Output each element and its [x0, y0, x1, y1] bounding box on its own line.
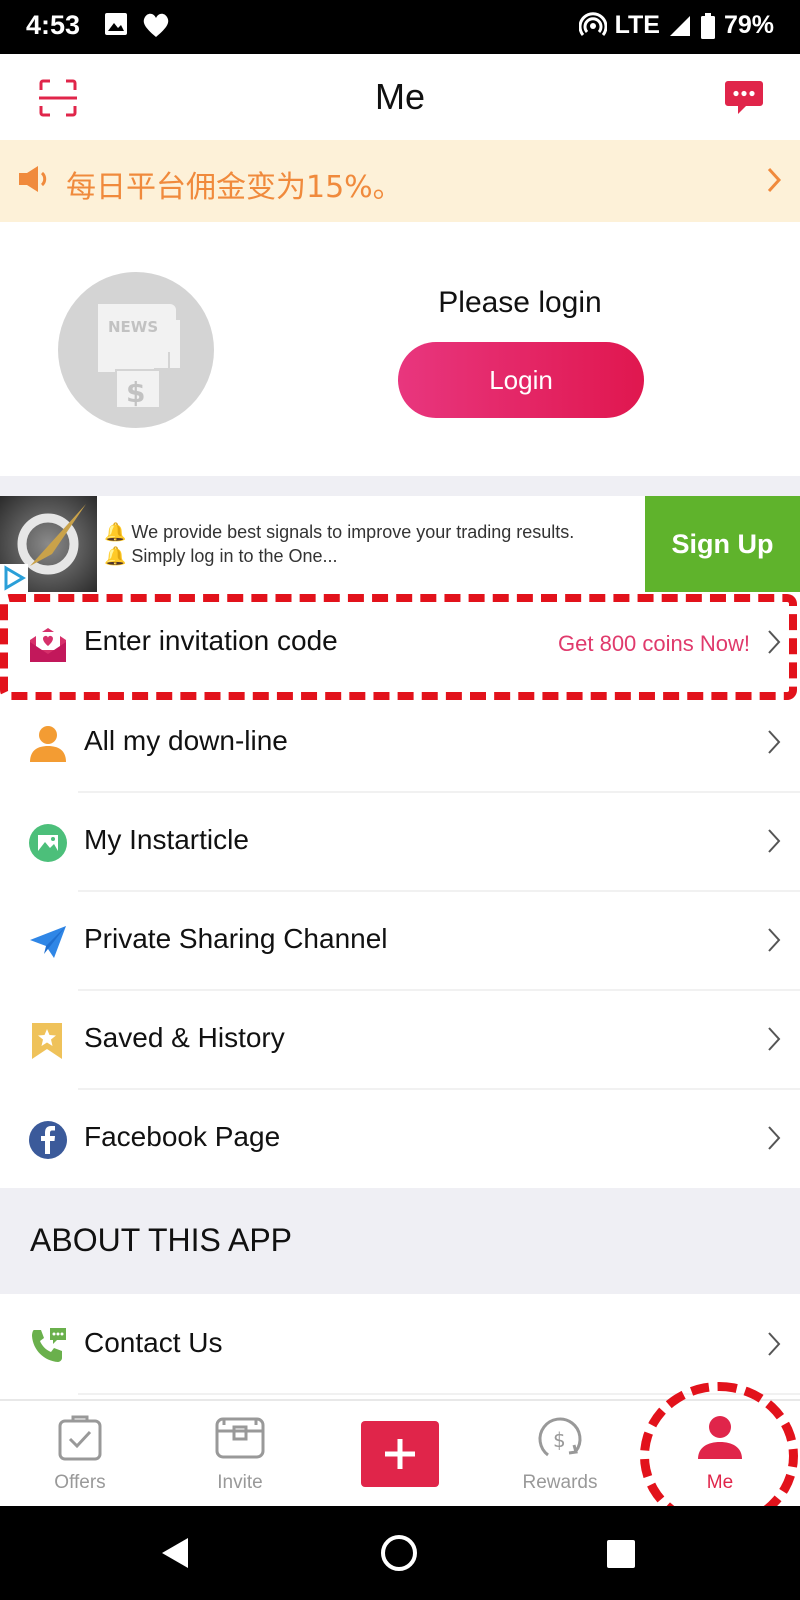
ad-line-2: 🔔 Simply log in to the One... [104, 546, 338, 566]
system-nav-bar [0, 1506, 800, 1600]
image-notification-icon [105, 13, 127, 35]
hotspot-icon [578, 11, 607, 36]
clipboard-check-icon [58, 1415, 102, 1461]
nav-invite[interactable]: Invite [160, 1401, 320, 1508]
facebook-icon [29, 1121, 67, 1159]
menu-label-private-sharing: Private Sharing Channel [84, 923, 388, 954]
person-icon [698, 1416, 742, 1459]
nav-me[interactable]: Me [640, 1401, 800, 1508]
menu-label-saved-history: Saved & History [84, 1022, 285, 1053]
nav-rewards[interactable]: $ Rewards [480, 1401, 640, 1508]
add-button[interactable] [361, 1421, 439, 1487]
signal-icon [669, 15, 690, 36]
svg-text:$: $ [553, 1428, 566, 1452]
section-divider [0, 476, 800, 496]
message-icon[interactable] [724, 78, 764, 118]
ad-text: 🔔 We provide best signals to improve you… [104, 520, 574, 568]
plus-icon [385, 1439, 415, 1469]
menu-item-instarticle[interactable]: My Instarticle [0, 793, 800, 892]
chevron-right-icon [768, 730, 781, 754]
article-image-icon [29, 824, 67, 862]
news-money-icon: NEWS $ [98, 304, 180, 409]
recents-button[interactable] [561, 1506, 681, 1600]
profile-section: NEWS $ Please login Login [0, 222, 800, 476]
paper-plane-icon [30, 926, 66, 958]
menu-item-invitation-code[interactable]: Enter invitation code Get 800 coins Now! [0, 594, 800, 693]
gift-box-icon [215, 1417, 265, 1459]
nav-invite-label: Invite [217, 1472, 263, 1493]
nav-offers-label: Offers [54, 1472, 106, 1493]
menu-label-downline: All my down-line [84, 725, 288, 756]
chevron-right-icon [768, 630, 781, 654]
person-icon [30, 726, 66, 762]
recents-icon [607, 1540, 635, 1568]
menu-label-facebook-page: Facebook Page [84, 1121, 281, 1152]
menu-item-contact-us[interactable]: Contact Us [0, 1296, 800, 1395]
menu-label-instarticle: My Instarticle [84, 824, 249, 855]
nav-offers[interactable]: Offers [0, 1401, 160, 1508]
menu-item-private-sharing[interactable]: Private Sharing Channel [0, 892, 800, 991]
chevron-right-icon [768, 928, 781, 952]
status-right: LTE 79% [578, 11, 774, 40]
nav-rewards-label: Rewards [522, 1472, 598, 1493]
status-time: 4:53 [26, 10, 81, 40]
please-login-text: Please login [438, 286, 602, 319]
ad-line-1: 🔔 We provide best signals to improve you… [104, 522, 575, 542]
dollar-coin-icon: $ [538, 1417, 582, 1457]
chevron-right-icon [768, 1332, 781, 1356]
menu-label-contact-us: Contact Us [84, 1327, 223, 1358]
avatar: NEWS $ [58, 272, 214, 428]
nav-me-label: Me [706, 1472, 734, 1493]
speaker-icon [19, 166, 47, 192]
menu-label-invitation-code: Enter invitation code [84, 625, 338, 656]
phone-chat-icon [32, 1328, 66, 1362]
sign-up-button[interactable]: Sign Up [645, 496, 800, 592]
status-bar: 4:53 LTE 79% [0, 0, 800, 54]
battery-level: 79% [723, 11, 774, 39]
notice-text: 每日平台佣金变为15%。 [66, 170, 403, 205]
notice-banner[interactable]: 每日平台佣金变为15%。 [0, 140, 800, 222]
bottom-nav: Offers Invite $ Rewards Me [0, 1399, 800, 1506]
menu-divider [78, 1393, 800, 1395]
back-button[interactable] [116, 1506, 236, 1600]
envelope-heart-icon [30, 628, 66, 662]
page-title: Me [374, 76, 425, 117]
home-icon [381, 1535, 417, 1571]
home-button[interactable] [340, 1506, 460, 1600]
back-icon [162, 1538, 188, 1568]
about-section-header: ABOUT THIS APP [0, 1188, 800, 1294]
battery-icon [700, 12, 715, 39]
svg-text:NEWS: NEWS [108, 318, 158, 336]
svg-text:$: $ [126, 376, 145, 409]
bookmark-star-icon [32, 1023, 62, 1059]
invitation-promo-text: Get 800 coins Now! [558, 631, 750, 656]
login-button[interactable]: Login [398, 342, 644, 418]
chevron-right-icon [768, 1126, 781, 1150]
menu-item-saved-history[interactable]: Saved & History [0, 991, 800, 1090]
chevron-right-icon [768, 1027, 781, 1051]
about-section-title: ABOUT THIS APP [30, 1222, 293, 1258]
heart-notification-icon [143, 13, 169, 37]
menu-item-facebook-page[interactable]: Facebook Page [0, 1090, 800, 1189]
chevron-right-icon [767, 167, 782, 193]
menu-item-downline[interactable]: All my down-line [0, 694, 800, 793]
adchoices-icon[interactable] [0, 564, 28, 592]
chevron-right-icon [768, 829, 781, 853]
ad-banner[interactable]: 🔔 We provide best signals to improve you… [0, 496, 800, 592]
app-header: Me [0, 54, 800, 140]
network-type: LTE [614, 11, 660, 39]
